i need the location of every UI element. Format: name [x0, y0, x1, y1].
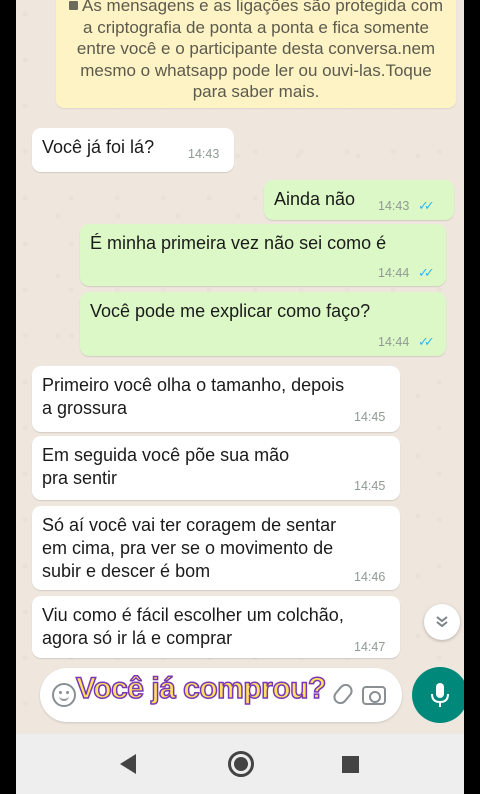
- microphone-icon: [431, 683, 449, 707]
- home-icon[interactable]: [228, 751, 254, 777]
- back-icon[interactable]: [120, 754, 136, 774]
- message-bubble-incoming[interactable]: Só aí você vai ter coragem de sentar em …: [32, 506, 400, 590]
- emoji-mouth: [59, 696, 69, 701]
- message-time: 14:45: [354, 410, 386, 424]
- read-receipt-icon: ✓✓: [418, 265, 435, 280]
- recent-apps-icon[interactable]: [342, 756, 359, 773]
- message-time: 14:44: [378, 266, 410, 280]
- mic-button[interactable]: [412, 667, 464, 723]
- message-bubble-incoming[interactable]: Em seguida você põe sua mão pra sentir: [32, 436, 400, 500]
- encryption-notice[interactable]: As mensagens e as ligações são protegida…: [56, 0, 456, 108]
- message-text: Você já foi lá?: [42, 137, 155, 157]
- message-time: 14:43: [378, 199, 410, 213]
- message-text: É minha primeira vez não sei como é: [90, 233, 387, 253]
- message-text: Em seguida você põe sua mão pra sentir: [42, 445, 290, 488]
- read-receipt-icon: ✓✓: [418, 334, 435, 349]
- message-text: Viu como é fácil escolher um colchão, ag…: [42, 605, 344, 648]
- message-bubble-incoming[interactable]: Primeiro você olha o tamanho, depois a g…: [32, 366, 400, 432]
- message-text: Ainda não: [274, 189, 356, 209]
- message-time: 14:47: [354, 640, 386, 654]
- encryption-notice-text: As mensagens e as ligações são protegida…: [76, 0, 443, 101]
- read-receipt-icon: ✓✓: [418, 198, 435, 213]
- message-time: 14:45: [354, 479, 386, 493]
- lock-icon: [69, 1, 78, 10]
- camera-icon[interactable]: [362, 686, 386, 705]
- message-input-caption: Você já comprou?: [75, 671, 327, 706]
- message-time: 14:44: [378, 335, 410, 349]
- emoji-icon[interactable]: [52, 683, 76, 707]
- chevron-down-icon: [436, 616, 448, 628]
- chat-screen: As mensagens e as ligações são protegida…: [16, 0, 464, 794]
- message-text: Primeiro você olha o tamanho, depois a g…: [42, 375, 345, 418]
- encryption-notice-body: As mensagens e as ligações são protegida…: [68, 0, 444, 103]
- message-text: Você pode me explicar como faço?: [90, 301, 371, 321]
- scroll-to-bottom-button[interactable]: [424, 604, 460, 640]
- message-time: 14:46: [354, 570, 386, 584]
- message-text: Só aí você vai ter coragem de sentar em …: [42, 515, 337, 581]
- message-bubble-incoming[interactable]: Viu como é fácil escolher um colchão, ag…: [32, 596, 400, 658]
- message-time: 14:43: [188, 147, 220, 161]
